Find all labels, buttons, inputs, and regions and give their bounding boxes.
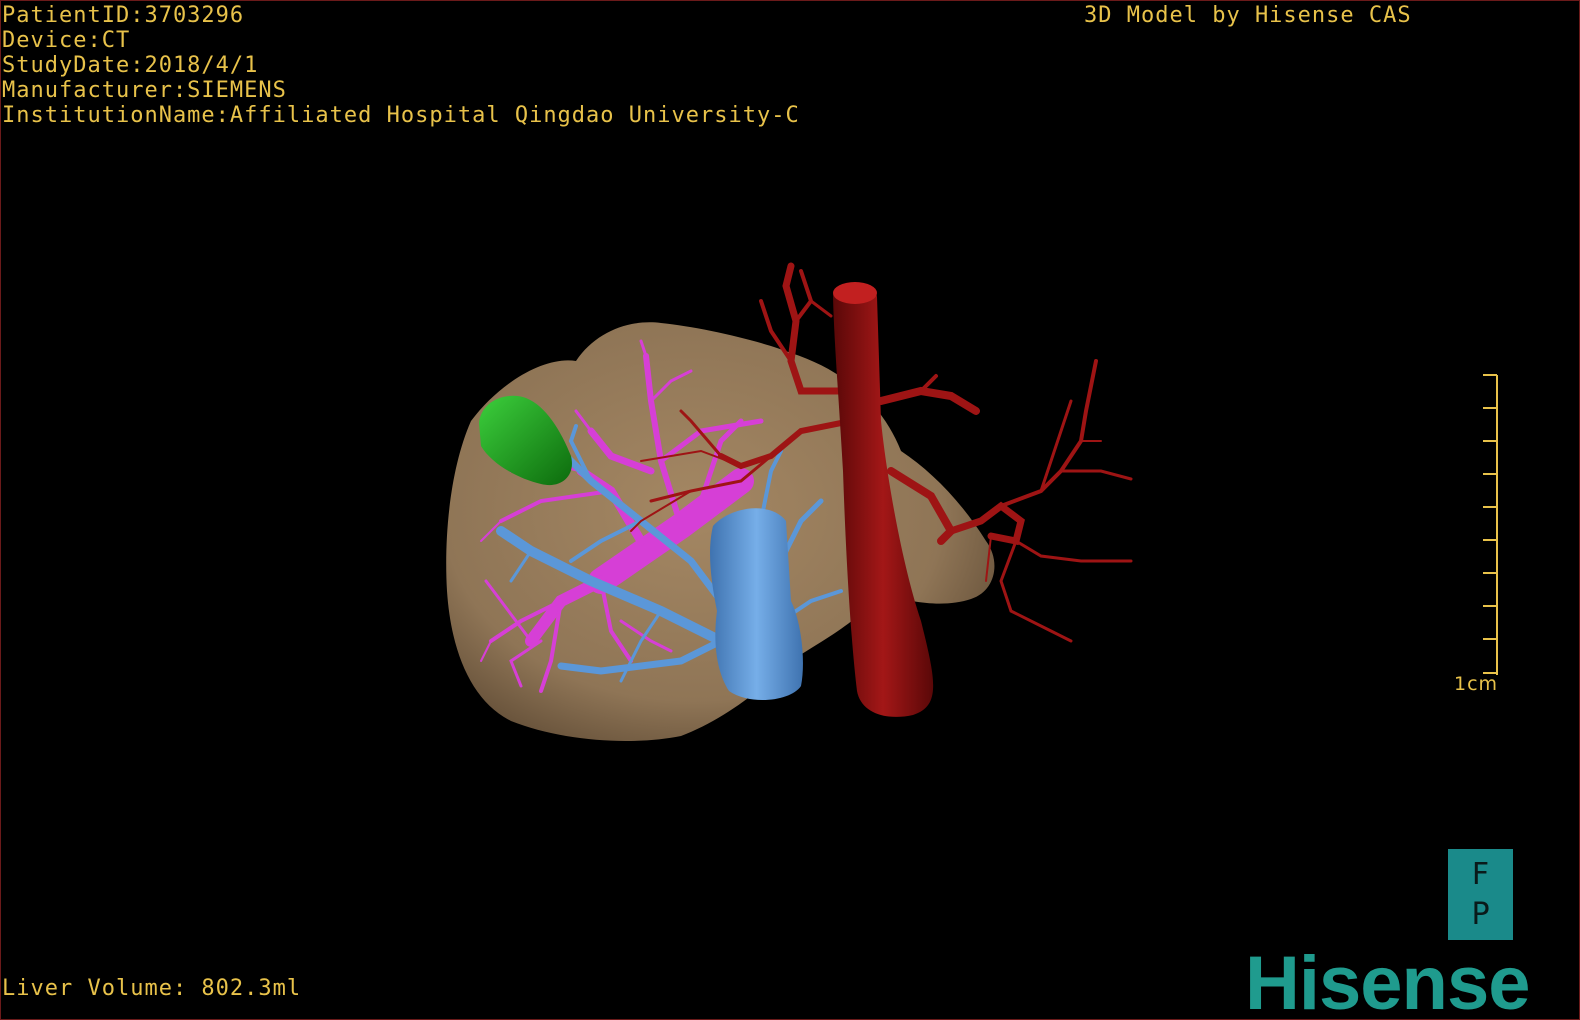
orientation-bottom-label: P [1471,896,1490,932]
aorta-top [833,282,877,304]
orientation-top-label: F [1471,856,1490,892]
scale-bar-label: 1cm [1454,673,1499,695]
liver-3d-model[interactable] [1,1,1579,1019]
3d-viewport[interactable]: PatientID:3703296 Device:CT StudyDate:20… [0,0,1580,1020]
hisense-logo: Hisense [1245,941,1530,1020]
scale-bar [1483,374,1498,675]
liver-volume-text: Liver Volume: 802.3ml [2,976,302,1001]
orientation-indicator[interactable]: F P [1448,849,1513,940]
